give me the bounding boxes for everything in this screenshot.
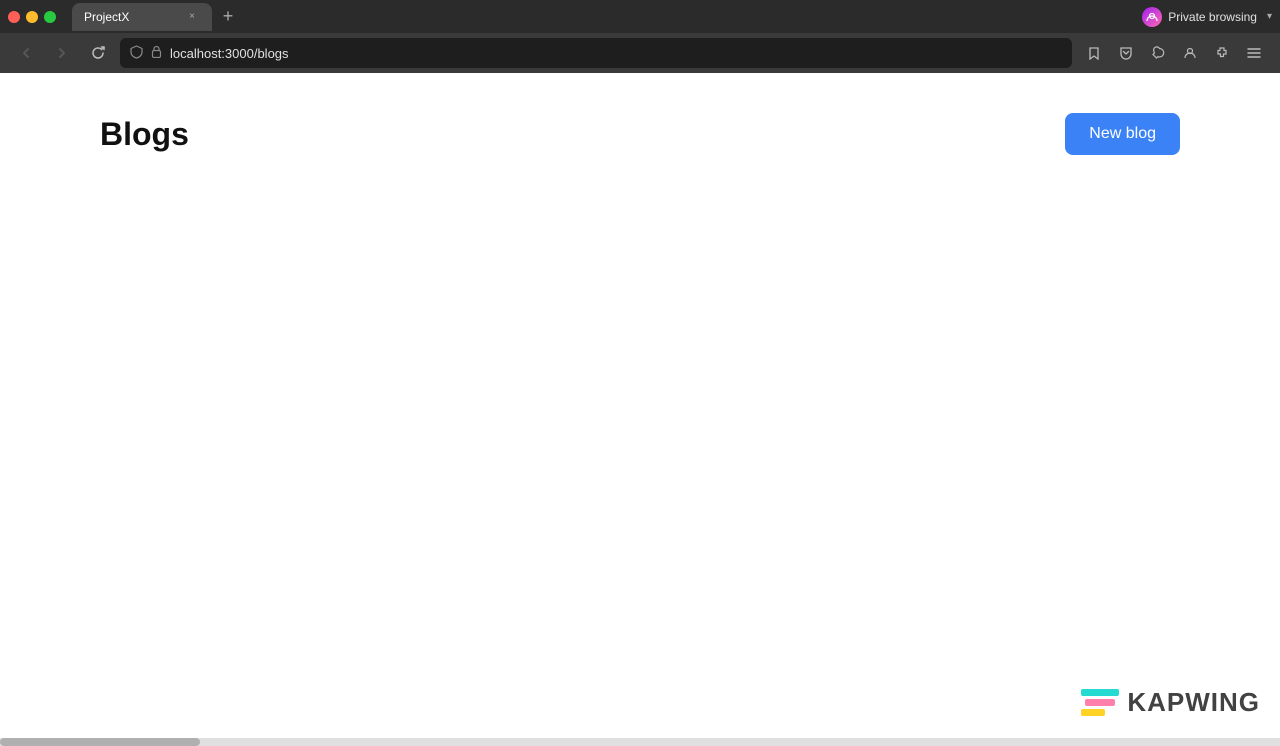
menu-button[interactable] (1240, 39, 1268, 67)
kapwing-bar-2 (1085, 699, 1115, 706)
reload-button[interactable] (84, 39, 112, 67)
lock-icon (151, 45, 162, 61)
tab-title: ProjectX (84, 10, 176, 24)
title-bar: ProjectX × + Private browsing ▾ (0, 0, 1280, 33)
close-window-button[interactable] (8, 11, 20, 23)
window-controls (8, 11, 56, 23)
nav-right-icons (1080, 39, 1268, 67)
address-bar[interactable]: localhost:3000/blogs (120, 38, 1072, 68)
page-content: Blogs New blog KAPWING (0, 73, 1280, 738)
private-browsing-dropdown-icon: ▾ (1267, 11, 1272, 22)
page-title: Blogs (100, 116, 189, 153)
new-tab-button[interactable]: + (216, 5, 240, 29)
browser-window: ProjectX × + Private browsing ▾ (0, 0, 1280, 746)
private-browsing-label: Private browsing (1168, 10, 1257, 24)
profile-button[interactable] (1176, 39, 1204, 67)
tools-button[interactable] (1144, 39, 1172, 67)
active-tab[interactable]: ProjectX × (72, 3, 212, 31)
minimize-window-button[interactable] (26, 11, 38, 23)
navigation-bar: localhost:3000/blogs (0, 33, 1280, 73)
private-browsing-icon (1142, 7, 1162, 27)
extensions-button[interactable] (1208, 39, 1236, 67)
shield-icon (130, 45, 143, 62)
page-header: Blogs New blog (100, 113, 1180, 155)
private-browsing-indicator: Private browsing ▾ (1142, 7, 1272, 27)
kapwing-bar-3 (1081, 709, 1105, 716)
kapwing-logo-icon (1081, 689, 1119, 716)
tab-close-button[interactable]: × (184, 9, 200, 25)
maximize-window-button[interactable] (44, 11, 56, 23)
bookmark-button[interactable] (1080, 39, 1108, 67)
new-blog-button[interactable]: New blog (1065, 113, 1180, 155)
kapwing-text: KAPWING (1127, 687, 1260, 718)
kapwing-watermark: KAPWING (1081, 687, 1260, 718)
back-button[interactable] (12, 39, 40, 67)
horizontal-scrollbar[interactable] (0, 738, 1280, 746)
forward-button[interactable] (48, 39, 76, 67)
tabs-area: ProjectX × + (72, 3, 1134, 31)
scrollbar-thumb[interactable] (0, 738, 200, 746)
address-text: localhost:3000/blogs (170, 46, 1062, 61)
pocket-button[interactable] (1112, 39, 1140, 67)
kapwing-bar-1 (1081, 689, 1119, 696)
